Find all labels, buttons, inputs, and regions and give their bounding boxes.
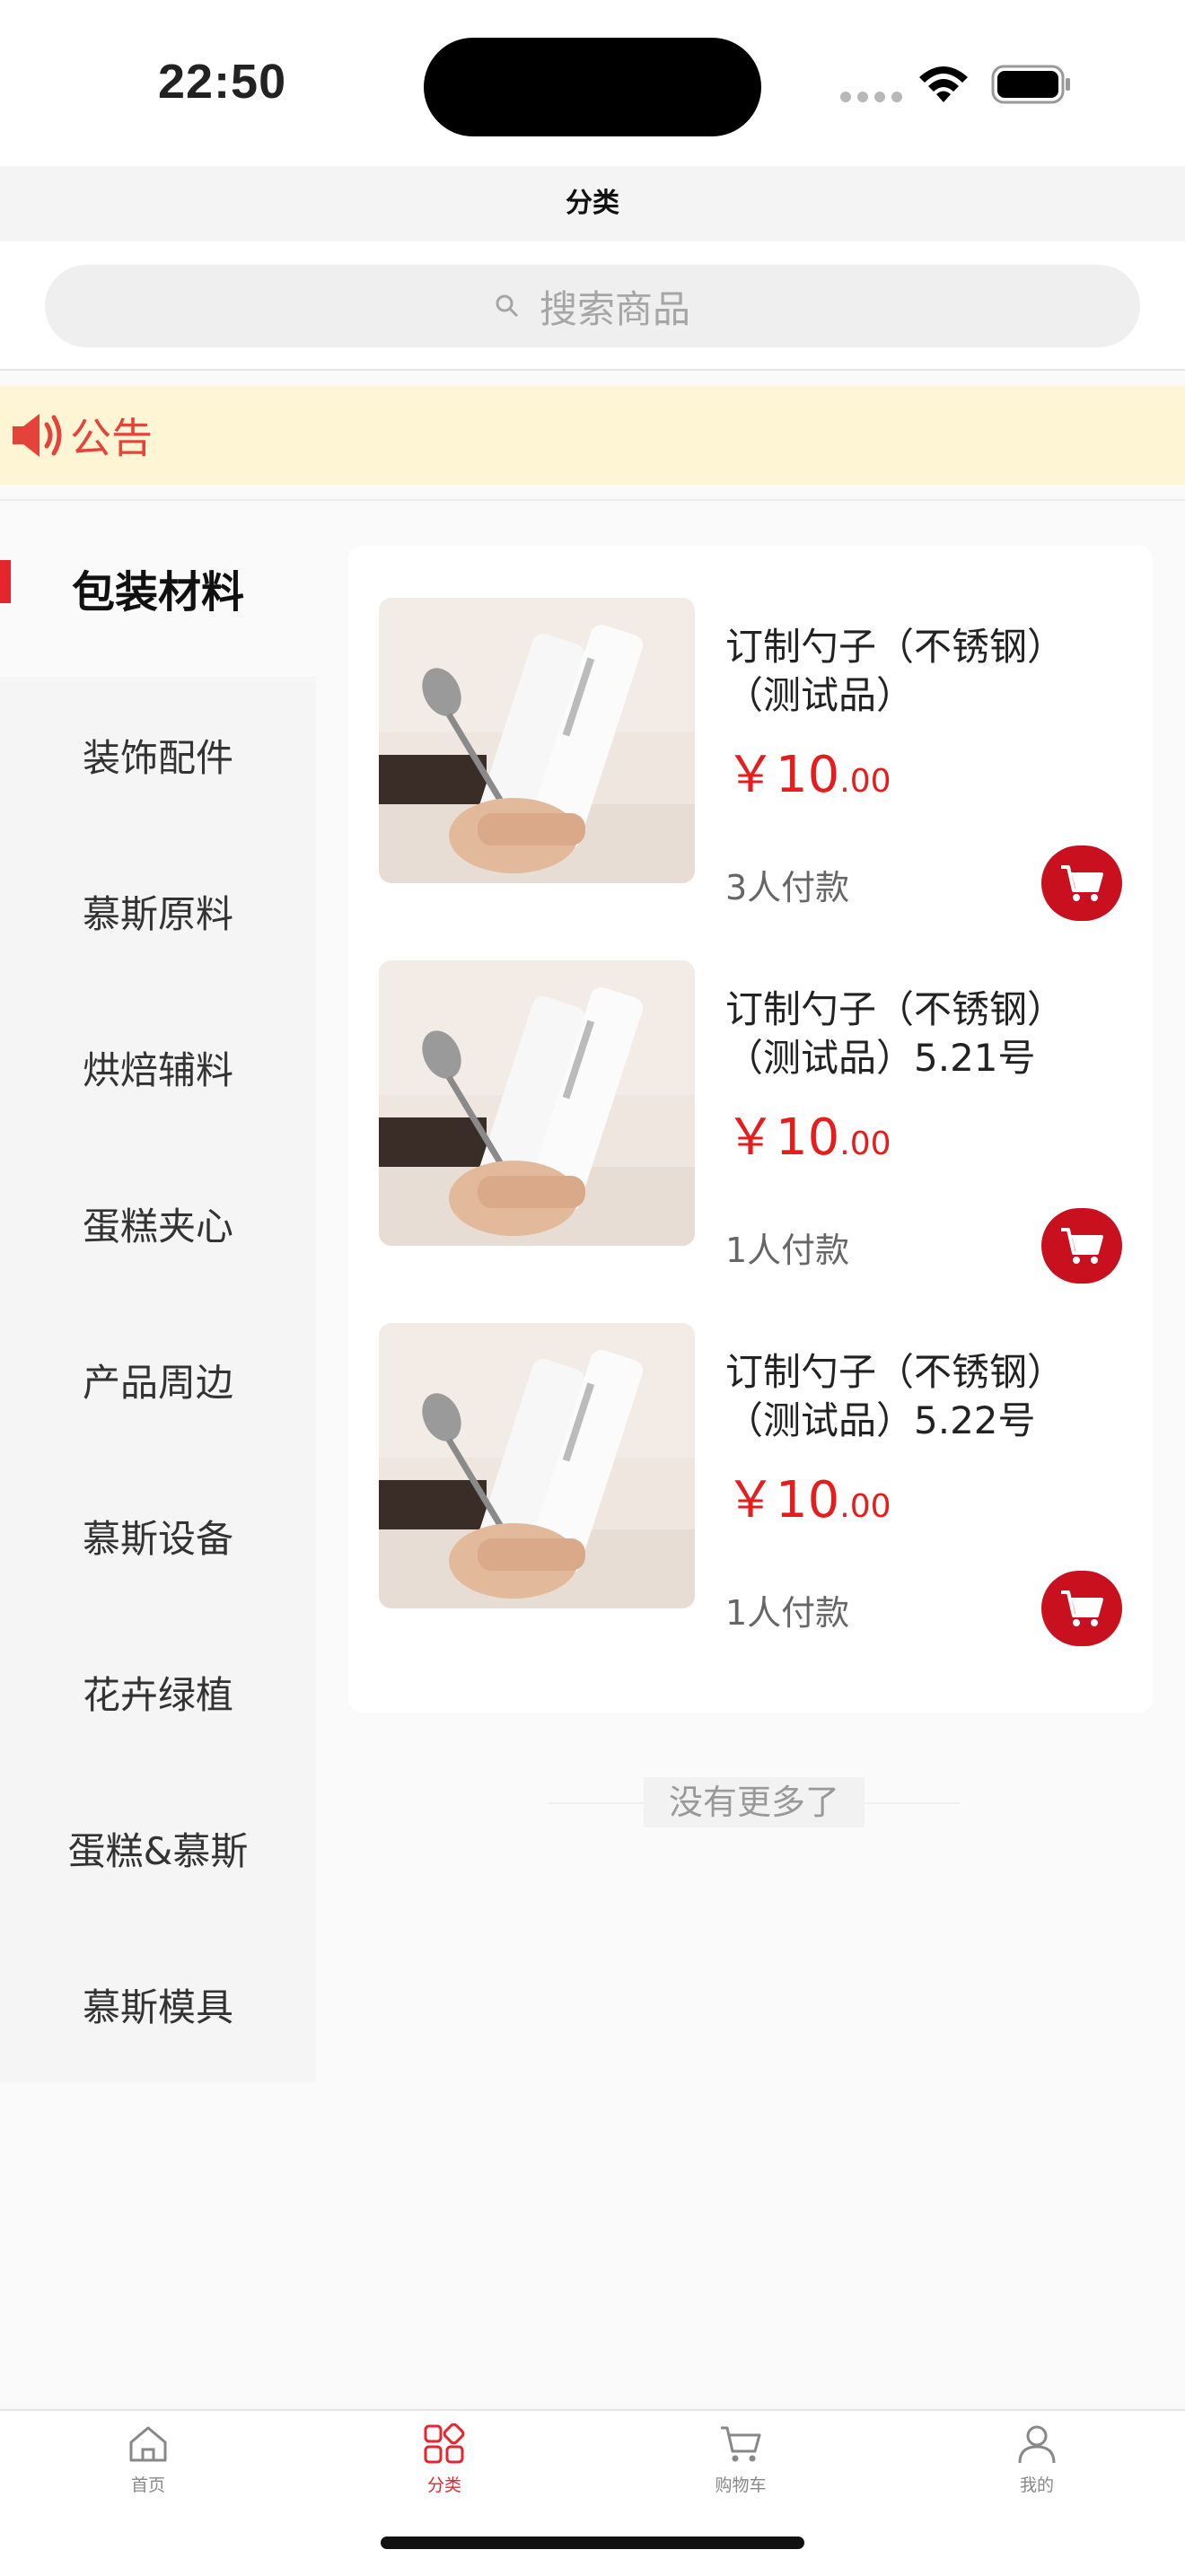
sidebar-item-label: 烘焙辅料 — [82, 1047, 233, 1092]
page-title: 分类 — [0, 166, 1185, 241]
currency-symbol: ￥ — [725, 746, 776, 804]
sidebar-item-mousse-ingredients[interactable]: 慕斯原料 — [0, 833, 316, 989]
tab-label: 首页 — [130, 2475, 165, 2495]
category-sidebar: 包装材料 装饰配件 慕斯原料 烘焙辅料 蛋糕夹心 产品周边 慕斯设备 花卉绿植 … — [0, 539, 316, 2082]
sales-count: 3人付款 — [725, 868, 850, 907]
sidebar-item-label: 产品周边 — [82, 1360, 233, 1405]
price-decimal: .00 — [839, 763, 891, 800]
product-card[interactable]: 订制勺子（不锈钢）（测试品）5.22号 ￥10.00 1人付款 — [379, 1323, 1124, 1646]
search-input[interactable]: 搜索商品 — [45, 265, 1140, 347]
bottom-tab-bar: 首页 分类 购物车 我的 — [0, 2409, 1185, 2576]
sidebar-item-label: 蛋糕&慕斯 — [67, 1828, 249, 1873]
tab-cart[interactable]: 购物车 — [651, 2422, 830, 2496]
sales-count: 1人付款 — [725, 1593, 850, 1633]
product-title[interactable]: 订制勺子（不锈钢）（测试品）5.22号 — [725, 1348, 1120, 1445]
sidebar-item-cake-mousse[interactable]: 蛋糕&慕斯 — [0, 1770, 316, 1926]
add-to-cart-button[interactable] — [1041, 846, 1122, 921]
add-to-cart-button[interactable] — [1041, 1208, 1122, 1284]
grid-icon — [424, 2423, 465, 2464]
sidebar-item-packaging[interactable]: 包装材料 — [0, 539, 316, 677]
tab-label: 我的 — [1019, 2475, 1054, 2495]
status-bar: 22:50 — [0, 0, 1185, 166]
sidebar-item-mousse-equipment[interactable]: 慕斯设备 — [0, 1458, 316, 1614]
search-bar-container: 搜索商品 — [0, 241, 1185, 371]
product-image[interactable] — [379, 960, 695, 1246]
sidebar-item-flowers-plants[interactable]: 花卉绿植 — [0, 1614, 316, 1770]
wifi-icon — [919, 66, 968, 102]
product-title[interactable]: 订制勺子（不锈钢）（测试品） — [725, 623, 1120, 720]
add-to-cart-button[interactable] — [1041, 1571, 1122, 1646]
sidebar-item-decor[interactable]: 装饰配件 — [0, 677, 316, 833]
notice-bar[interactable]: 公告 — [0, 386, 1185, 485]
home-indicator — [381, 2537, 804, 2549]
no-more-text: 没有更多了 — [643, 1777, 865, 1827]
tab-label: 购物车 — [715, 2475, 767, 2495]
product-price: ￥10.00 — [725, 1459, 891, 1532]
sidebar-item-label: 慕斯原料 — [82, 891, 233, 936]
price-integer: 10 — [776, 1471, 840, 1529]
product-price: ￥10.00 — [725, 734, 891, 807]
sales-count: 1人付款 — [725, 1231, 850, 1270]
sidebar-item-mousse-molds[interactable]: 慕斯模具 — [0, 1926, 316, 2082]
notice-label: 公告 — [70, 414, 153, 462]
product-price: ￥10.00 — [725, 1097, 891, 1170]
sidebar-item-cake-filling[interactable]: 蛋糕夹心 — [0, 1145, 316, 1301]
divider — [0, 499, 1185, 501]
user-icon — [1018, 2425, 1056, 2464]
price-decimal: .00 — [839, 1126, 891, 1162]
product-image[interactable] — [379, 598, 695, 883]
sidebar-item-merch[interactable]: 产品周边 — [0, 1301, 316, 1458]
dynamic-island — [424, 38, 761, 136]
sidebar-item-label: 装饰配件 — [82, 735, 233, 780]
product-card[interactable]: 订制勺子（不锈钢）（测试品）5.21号 ￥10.00 1人付款 — [379, 960, 1124, 1284]
tab-home[interactable]: 首页 — [58, 2422, 238, 2496]
currency-symbol: ￥ — [725, 1108, 776, 1167]
sidebar-item-label: 慕斯模具 — [82, 1985, 233, 2029]
price-integer: 10 — [776, 1108, 840, 1167]
cellular-signal-icon — [840, 92, 903, 102]
product-list: 订制勺子（不锈钢）（测试品） ￥10.00 3人付款 订制勺子（不锈钢）（测试品… — [348, 546, 1153, 1713]
cart-icon — [1061, 865, 1103, 901]
tab-label: 分类 — [426, 2475, 461, 2495]
search-icon — [496, 294, 519, 318]
speaker-icon — [13, 414, 62, 457]
sidebar-item-label: 花卉绿植 — [82, 1672, 233, 1717]
list-end-indicator: 没有更多了 — [548, 1777, 961, 1827]
product-card[interactable]: 订制勺子（不锈钢）（测试品） ￥10.00 3人付款 — [379, 598, 1124, 921]
sidebar-item-label: 蛋糕夹心 — [82, 1204, 233, 1249]
sidebar-item-baking-supplies[interactable]: 烘焙辅料 — [0, 989, 316, 1145]
tab-profile[interactable]: 我的 — [947, 2422, 1127, 2496]
cart-icon — [1061, 1590, 1103, 1626]
sidebar-item-label: 慕斯设备 — [82, 1516, 233, 1561]
cart-icon — [1061, 1228, 1103, 1264]
status-time: 22:50 — [158, 55, 287, 109]
sidebar-item-label: 包装材料 — [71, 567, 244, 618]
tab-category[interactable]: 分类 — [355, 2422, 534, 2496]
price-decimal: .00 — [839, 1488, 891, 1525]
currency-symbol: ￥ — [725, 1471, 776, 1529]
home-icon — [129, 2426, 167, 2462]
cart-icon — [721, 2426, 761, 2462]
product-title[interactable]: 订制勺子（不锈钢）（测试品）5.21号 — [725, 986, 1120, 1082]
battery-icon — [991, 65, 1070, 104]
price-integer: 10 — [776, 746, 840, 804]
product-image[interactable] — [379, 1323, 695, 1608]
search-placeholder: 搜索商品 — [539, 286, 690, 331]
